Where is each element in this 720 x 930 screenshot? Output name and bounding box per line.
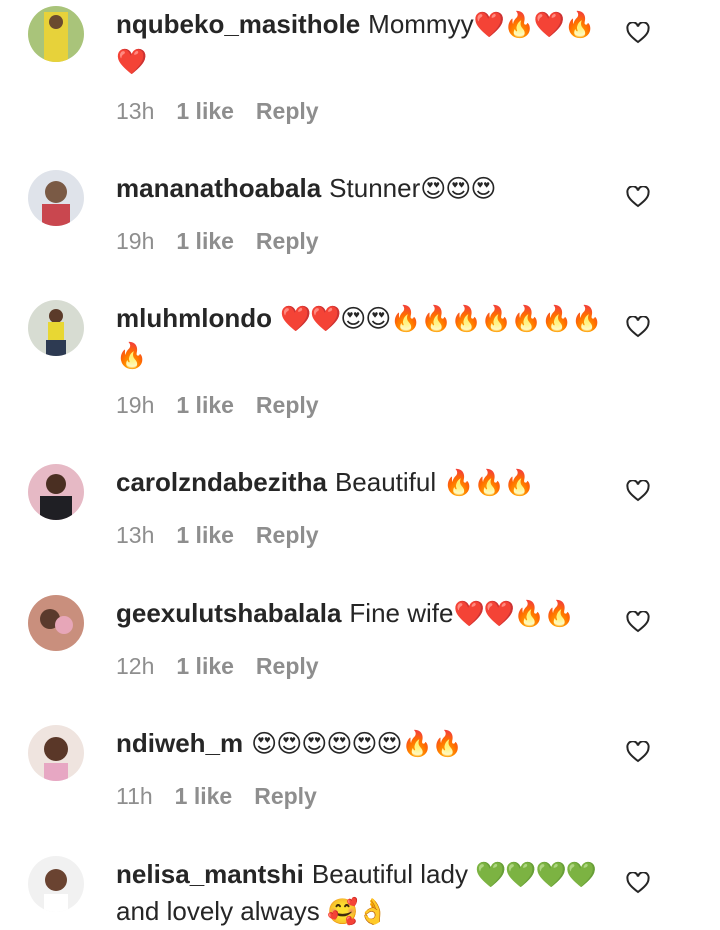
- comment-body: carolzndabezitha Beautiful 🔥🔥🔥: [116, 464, 606, 501]
- avatar[interactable]: [28, 725, 84, 781]
- avatar[interactable]: [28, 856, 84, 912]
- comment-username[interactable]: nelisa_mantshi: [116, 859, 304, 889]
- comment-emoji: 😍😍😍: [420, 175, 496, 203]
- reply-button[interactable]: Reply: [256, 653, 319, 680]
- comment-body: nqubeko_masithole Mommyy❤️🔥❤️🔥❤️: [116, 6, 606, 80]
- avatar[interactable]: [28, 6, 84, 62]
- reply-button[interactable]: Reply: [256, 522, 319, 549]
- reply-button[interactable]: Reply: [254, 783, 317, 810]
- heart-outline-icon[interactable]: [626, 741, 650, 763]
- comment-meta: 13h 1 like Reply: [116, 522, 319, 549]
- comment-likes[interactable]: 1 like: [176, 522, 234, 549]
- comment-emoji-continued: 🥰👌: [327, 898, 388, 926]
- comment-emoji: 😍😍😍😍😍😍🔥🔥: [251, 730, 463, 758]
- avatar[interactable]: [28, 464, 84, 520]
- avatar[interactable]: [28, 300, 84, 356]
- comment-username[interactable]: carolzndabezitha: [116, 467, 327, 497]
- comment-body: geexulutshabalala Fine wife❤️❤️🔥🔥: [116, 595, 606, 632]
- heart-outline-icon[interactable]: [626, 611, 650, 633]
- comments-list: nqubeko_masithole Mommyy❤️🔥❤️🔥❤️ 13h 1 li…: [0, 0, 720, 926]
- comment-time: 13h: [116, 522, 155, 548]
- comment-emoji: ❤️❤️🔥🔥: [453, 600, 575, 628]
- comment-meta: 11h 1 like Reply: [116, 783, 317, 810]
- comment-body: mluhmlondo ❤️❤️😍😍🔥🔥🔥🔥🔥🔥🔥🔥: [116, 300, 606, 374]
- heart-outline-icon[interactable]: [626, 22, 650, 44]
- comment-likes[interactable]: 1 like: [176, 98, 234, 125]
- avatar[interactable]: [28, 170, 84, 226]
- heart-outline-icon[interactable]: [626, 872, 650, 894]
- comment-time: 13h: [116, 98, 155, 124]
- comment-likes[interactable]: 1 like: [176, 392, 234, 419]
- comment-username[interactable]: nqubeko_masithole: [116, 9, 360, 39]
- comment-username[interactable]: geexulutshabalala: [116, 598, 341, 628]
- comment-time: 11h: [116, 783, 153, 809]
- comment-meta: 19h 1 like Reply: [116, 228, 319, 255]
- heart-outline-icon[interactable]: [626, 316, 650, 338]
- comment-likes[interactable]: 1 like: [176, 653, 234, 680]
- comment-meta: 13h 1 like Reply: [116, 98, 319, 125]
- heart-outline-icon[interactable]: [626, 186, 650, 208]
- avatar[interactable]: [28, 595, 84, 651]
- reply-button[interactable]: Reply: [256, 228, 319, 255]
- comment-body: mananathoabala Stunner😍😍😍: [116, 170, 606, 207]
- comment-time: 19h: [116, 392, 155, 418]
- comment-text: Fine wife: [349, 598, 454, 628]
- comment-username[interactable]: mananathoabala: [116, 173, 321, 203]
- comment-time: 12h: [116, 653, 155, 679]
- comment-username[interactable]: mluhmlondo: [116, 303, 272, 333]
- comment-emoji: 💚💚💚💚: [475, 861, 597, 889]
- heart-outline-icon[interactable]: [626, 480, 650, 502]
- comment-text: Stunner: [329, 173, 421, 203]
- comment-username[interactable]: ndiweh_m: [116, 728, 243, 758]
- comment-body: nelisa_mantshi Beautiful lady 💚💚💚💚 and lo…: [116, 856, 606, 930]
- comment-text: Beautiful lady: [311, 859, 476, 889]
- comment-meta: 19h 1 like Reply: [116, 392, 319, 419]
- reply-button[interactable]: Reply: [256, 98, 319, 125]
- comment-emoji: 🔥🔥🔥: [443, 469, 534, 497]
- comment-body: ndiweh_m 😍😍😍😍😍😍🔥🔥: [116, 725, 606, 762]
- comment-likes[interactable]: 1 like: [176, 228, 234, 255]
- comment-text-continued: and lovely always: [116, 896, 327, 926]
- comment-meta: 12h 1 like Reply: [116, 653, 319, 680]
- comment-text: Mommyy: [368, 9, 474, 39]
- comment-time: 19h: [116, 228, 155, 254]
- reply-button[interactable]: Reply: [256, 392, 319, 419]
- comment-text: Beautiful: [334, 467, 444, 497]
- comment-likes[interactable]: 1 like: [175, 783, 233, 810]
